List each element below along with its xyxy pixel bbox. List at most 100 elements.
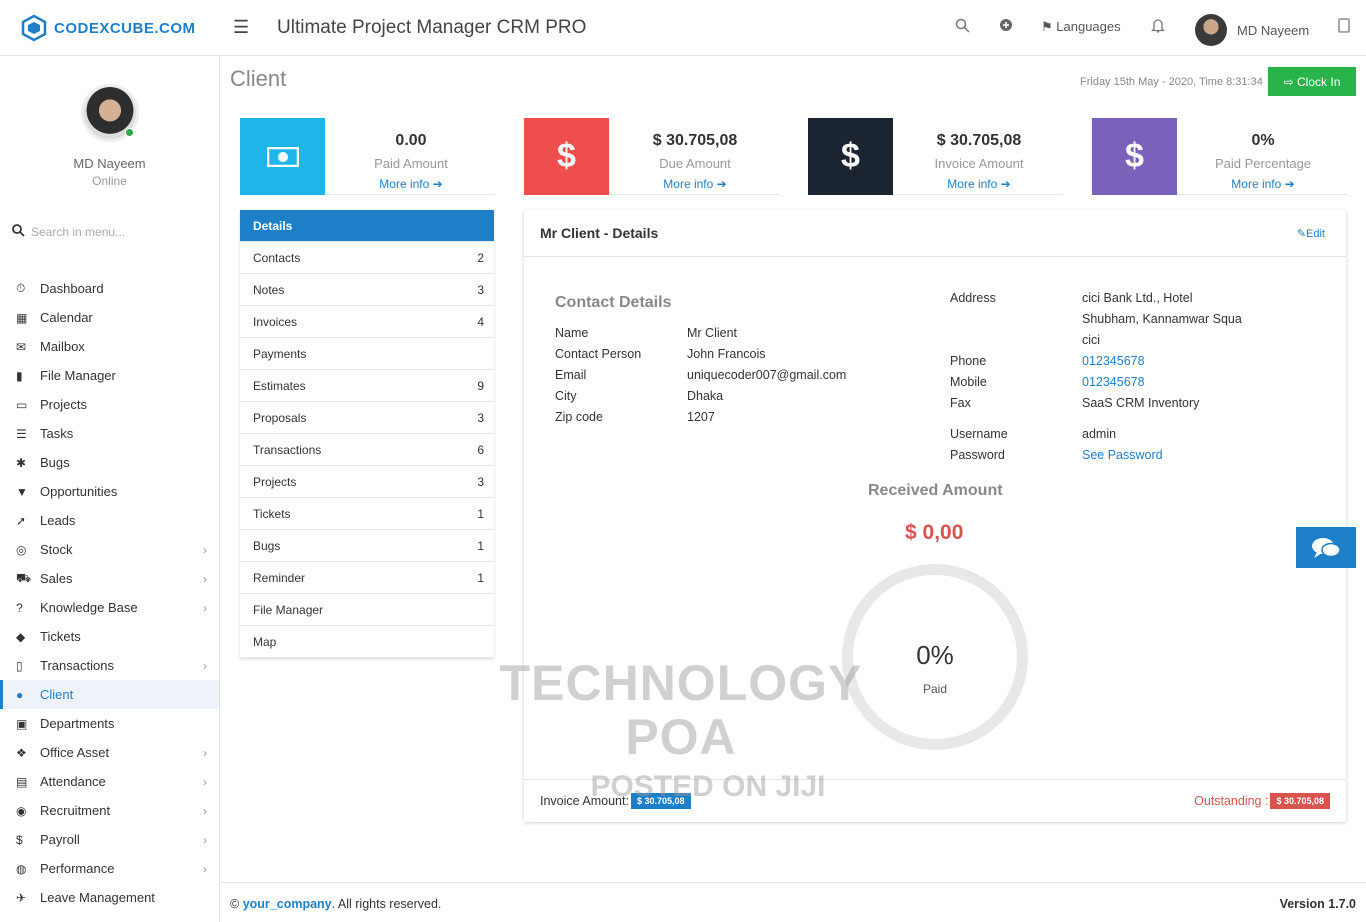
stat-value: 0.00 xyxy=(395,132,427,149)
more-info-label: More info xyxy=(947,177,998,191)
menu-search-input[interactable]: Search in menu... xyxy=(31,225,125,239)
chevron-right-icon: › xyxy=(203,774,207,789)
phone-link[interactable]: 012345678 xyxy=(1082,351,1145,372)
search-icon xyxy=(12,224,25,240)
tab-details[interactable]: Details xyxy=(240,210,494,242)
tab-projects[interactable]: Projects 3 xyxy=(240,466,494,498)
sidebar-item-stock[interactable]: ◎ Stock › xyxy=(0,535,219,564)
tab-proposals[interactable]: Proposals 3 xyxy=(240,402,494,434)
detail-row: Zip code 1207 xyxy=(555,407,846,428)
tab-contacts[interactable]: Contacts 2 xyxy=(240,242,494,274)
detail-key: Email xyxy=(555,368,587,382)
mobile-link[interactable]: 012345678 xyxy=(1082,372,1145,393)
sidebar-item-performance[interactable]: ◍ Performance › xyxy=(0,854,219,883)
online-indicator xyxy=(124,128,134,137)
sidebar-item-leads[interactable]: ➚ Leads xyxy=(0,506,219,535)
sidebar-item-label: Departments xyxy=(40,716,115,731)
clock-in-button[interactable]: ⇨ Clock In xyxy=(1268,67,1356,96)
menu-search[interactable]: Search in menu... xyxy=(12,224,125,240)
contact-details-title: Contact Details xyxy=(555,294,672,311)
sidebar-item-recruitment[interactable]: ◉ Recruitment › xyxy=(0,796,219,825)
stat-label: Due Amount xyxy=(659,156,731,171)
tab-map[interactable]: Map xyxy=(240,626,494,658)
tab-count: 6 xyxy=(477,442,484,457)
sidebar-item-tasks[interactable]: ☰ Tasks xyxy=(0,419,219,448)
see-password-link[interactable]: See Password xyxy=(1082,445,1163,466)
received-amount-value: $ 0,00 xyxy=(905,521,964,544)
sidebar-item-label: Recruitment xyxy=(40,803,111,818)
languages-menu[interactable]: ⚑ Languages xyxy=(1041,19,1121,35)
menu-toggle-icon[interactable]: ☰ xyxy=(233,17,249,38)
more-info-link[interactable]: More info ➔ xyxy=(325,177,497,191)
tab-reminder[interactable]: Reminder 1 xyxy=(240,562,494,594)
chat-button[interactable] xyxy=(1296,527,1356,568)
tab-label: Details xyxy=(253,218,293,233)
filter-icon: ▼ xyxy=(16,484,28,499)
address-line: cici Bank Ltd., Hotel xyxy=(1082,291,1193,305)
footer: © your_company. All rights reserved. Ver… xyxy=(221,882,1366,922)
add-circle-icon[interactable] xyxy=(999,18,1013,36)
tab-count: 3 xyxy=(477,474,484,489)
tab-notes[interactable]: Notes 3 xyxy=(240,274,494,306)
address-line: Shubham, Kannamwar Squa xyxy=(1082,312,1242,326)
tab-bugs[interactable]: Bugs 1 xyxy=(240,530,494,562)
stat-card-paid-percentage: $ 0% Paid Percentage More info ➔ xyxy=(1092,118,1347,195)
sidebar-item-opportunities[interactable]: ▼ Opportunities xyxy=(0,477,219,506)
tab-payments[interactable]: Payments xyxy=(240,338,494,370)
sidebar-item-bugs[interactable]: ✱ Bugs xyxy=(0,448,219,477)
database-icon: ◎ xyxy=(16,542,27,557)
sidebar-item-leave-management[interactable]: ✈ Leave Management xyxy=(0,883,219,912)
detail-value: Dhaka xyxy=(687,389,724,403)
more-info-link[interactable]: More info ➔ xyxy=(1177,177,1349,191)
detail-value: 1207 xyxy=(687,410,715,424)
edit-button[interactable]: ✎Edit xyxy=(1297,227,1325,240)
tab-transactions[interactable]: Transactions 6 xyxy=(240,434,494,466)
stat-label: Invoice Amount xyxy=(934,156,1024,171)
search-icon[interactable] xyxy=(955,18,970,37)
chevron-right-icon: › xyxy=(203,658,207,673)
tab-label: Reminder xyxy=(253,570,306,585)
paid-progress-donut: 0% Paid xyxy=(842,564,1028,750)
sidebar-item-departments[interactable]: ▣ Departments xyxy=(0,709,219,738)
tab-tickets[interactable]: Tickets 1 xyxy=(240,498,494,530)
sidebar-item-file-manager[interactable]: ▮ File Manager xyxy=(0,361,219,390)
sidebar-item-client[interactable]: ● Client xyxy=(0,680,219,709)
sidebar-item-transactions[interactable]: ▯ Transactions › xyxy=(0,651,219,680)
tab-count: 9 xyxy=(477,378,484,393)
sidebar-item-attendance[interactable]: ▤ Attendance › xyxy=(0,767,219,796)
sidebar-item-projects[interactable]: ▭ Projects xyxy=(0,390,219,419)
profile-avatar[interactable] xyxy=(80,84,139,142)
calendar-icon: ▦ xyxy=(16,310,28,325)
company-link[interactable]: your_company xyxy=(243,897,332,911)
sidebar-item-office-asset[interactable]: ❖ Office Asset › xyxy=(0,738,219,767)
tab-count: 3 xyxy=(477,410,484,425)
sidebar-item-label: Attendance xyxy=(40,774,106,789)
logo[interactable]: CODEXCUBE.COM xyxy=(20,14,196,42)
tab-file-manager[interactable]: File Manager xyxy=(240,594,494,626)
user-menu[interactable]: MD Nayeem xyxy=(1195,14,1309,46)
tab-label: Tickets xyxy=(253,506,291,521)
sidebar-item-calendar[interactable]: ▦ Calendar xyxy=(0,303,219,332)
sidebar-item-dashboard[interactable]: ⏱ Dashboard xyxy=(0,274,219,303)
edit-label: Edit xyxy=(1306,227,1325,240)
address-label: Address xyxy=(950,291,996,305)
sidebar-item-label: Performance xyxy=(40,861,115,876)
tab-estimates[interactable]: Estimates 9 xyxy=(240,370,494,402)
sidebar-item-payroll[interactable]: $ Payroll › xyxy=(0,825,219,854)
tab-invoices[interactable]: Invoices 4 xyxy=(240,306,494,338)
logo-text: CODEXCUBE.COM xyxy=(54,19,196,37)
sidebar-item-sales[interactable]: ⛟ Sales › xyxy=(0,564,219,593)
bell-icon[interactable] xyxy=(1150,18,1166,37)
detail-row: Contact Person John Francois xyxy=(555,344,846,365)
stat-card-paid-amount: 0.00 Paid Amount More info ➔ xyxy=(240,118,495,195)
sidebar-item-tickets[interactable]: ◆ Tickets xyxy=(0,622,219,651)
sidebar-item-label: Projects xyxy=(40,397,87,412)
more-info-link[interactable]: More info ➔ xyxy=(893,177,1065,191)
sidebar-item-knowledge-base[interactable]: ? Knowledge Base › xyxy=(0,593,219,622)
user-name: MD Nayeem xyxy=(1237,22,1310,38)
sidebar-item-mailbox[interactable]: ✉ Mailbox xyxy=(0,332,219,361)
more-info-link[interactable]: More info ➔ xyxy=(609,177,781,191)
tab-label: Projects xyxy=(253,474,297,489)
sidebar-toggle-icon[interactable] xyxy=(1338,18,1350,37)
tab-count: 1 xyxy=(477,570,484,585)
